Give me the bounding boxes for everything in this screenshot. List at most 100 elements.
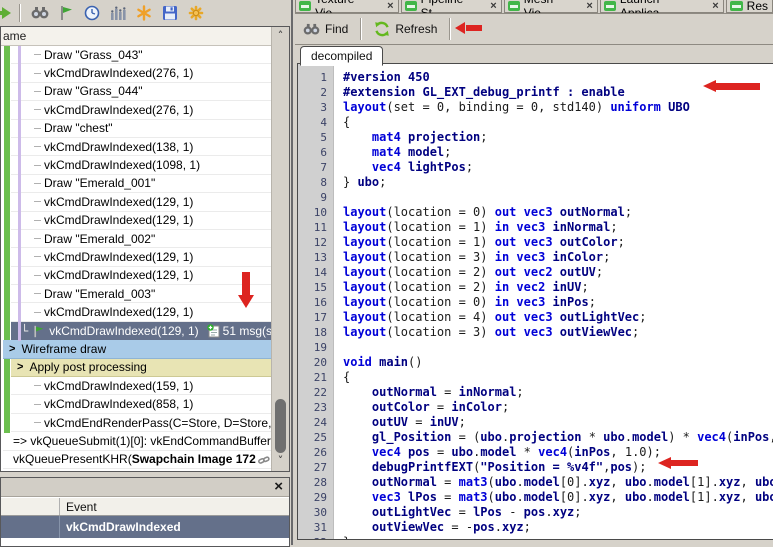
goto-arrow-icon[interactable] bbox=[0, 3, 13, 23]
timer-clock-icon[interactable] bbox=[81, 3, 103, 23]
line-number[interactable]: 12 bbox=[298, 235, 333, 250]
line-number[interactable]: 10 bbox=[298, 205, 333, 220]
line-number[interactable]: 6 bbox=[298, 145, 333, 160]
event-row[interactable]: vkCmdDrawIndexed(129, 1) bbox=[11, 212, 271, 230]
event-detail-panel: × Event vkCmdDrawIndexed bbox=[0, 477, 290, 547]
event-row[interactable]: Draw "Emerald_001" bbox=[11, 175, 271, 193]
panel-titlebar[interactable]: × bbox=[1, 478, 289, 497]
close-icon[interactable]: × bbox=[387, 0, 393, 12]
shader-code[interactable]: #version 450#extension GL_EXT_debug_prin… bbox=[334, 64, 773, 539]
line-number[interactable]: 28 bbox=[298, 475, 333, 490]
line-number[interactable]: 5 bbox=[298, 130, 333, 145]
line-number[interactable]: 9 bbox=[298, 190, 333, 205]
line-number[interactable]: 18 bbox=[298, 325, 333, 340]
line-number[interactable]: 17 bbox=[298, 310, 333, 325]
link-icon[interactable] bbox=[258, 455, 270, 466]
line-number[interactable]: 19 bbox=[298, 340, 333, 355]
line-number[interactable]: 27 bbox=[298, 460, 333, 475]
event-row[interactable]: vkCmdDrawIndexed(159, 1) bbox=[11, 377, 271, 395]
line-number[interactable]: 14 bbox=[298, 265, 333, 280]
code-line-7: vec4 lightPos; bbox=[343, 160, 773, 175]
expand-chevron-icon[interactable]: > bbox=[9, 343, 15, 355]
close-icon[interactable]: × bbox=[586, 0, 592, 12]
line-number[interactable]: 4 bbox=[298, 115, 333, 130]
window-tab-3[interactable]: Mesh Vie... × bbox=[504, 0, 598, 13]
window-tab-2[interactable]: Pipeline St...× bbox=[401, 0, 502, 13]
event-row[interactable]: Draw "chest" bbox=[11, 120, 271, 138]
arrow-at-debugprintf-line bbox=[658, 457, 698, 469]
event-row[interactable]: vkCmdDrawIndexed(858, 1) bbox=[11, 395, 271, 413]
table-row[interactable]: vkCmdDrawIndexed bbox=[1, 516, 289, 538]
event-row[interactable]: vkCmdDrawIndexed(129, 1) bbox=[11, 267, 271, 285]
close-icon[interactable]: × bbox=[274, 478, 283, 496]
window-tab-1[interactable]: Texture Vie...× bbox=[295, 0, 399, 13]
settings-star-icon[interactable] bbox=[185, 3, 207, 23]
line-number[interactable]: 11 bbox=[298, 220, 333, 235]
line-number[interactable]: 25 bbox=[298, 430, 333, 445]
bookmark-flag-icon[interactable] bbox=[55, 3, 77, 23]
event-row[interactable]: vkCmdEndRenderPass(C=Store, D=Store, S=.… bbox=[11, 414, 271, 432]
event-row[interactable]: Draw "Emerald_002" bbox=[11, 230, 271, 248]
line-number[interactable]: 13 bbox=[298, 250, 333, 265]
find-button[interactable]: Find bbox=[295, 17, 356, 41]
line-number[interactable]: 32 bbox=[298, 535, 333, 540]
event-row[interactable]: vkCmdDrawIndexed(129, 1) bbox=[11, 248, 271, 266]
line-number[interactable]: 3 bbox=[298, 100, 333, 115]
name-column-header[interactable]: ame bbox=[1, 27, 271, 46]
line-number[interactable]: 26 bbox=[298, 445, 333, 460]
line-number[interactable]: 8 bbox=[298, 175, 333, 190]
scrollbar-thumb[interactable] bbox=[275, 399, 286, 453]
event-row[interactable]: vkCmdDrawIndexed(1098, 1) bbox=[11, 156, 271, 174]
tab-label: Mesh Vie... bbox=[524, 0, 580, 13]
event-tree-scrollbar[interactable]: ˄ ˅ bbox=[271, 27, 289, 471]
texture-icon bbox=[508, 1, 520, 11]
window-tab-5[interactable]: Res bbox=[726, 0, 773, 13]
line-number[interactable]: 7 bbox=[298, 160, 333, 175]
line-number[interactable]: 24 bbox=[298, 415, 333, 430]
line-number[interactable]: 16 bbox=[298, 295, 333, 310]
line-number[interactable]: 29 bbox=[298, 490, 333, 505]
expand-chevron-icon[interactable]: > bbox=[17, 361, 23, 373]
event-cell: vkCmdDrawIndexed bbox=[60, 520, 289, 534]
scroll-up-icon[interactable]: ˄ bbox=[272, 29, 289, 42]
event-row[interactable]: >Apply post processing bbox=[11, 359, 271, 377]
line-number[interactable]: 1 bbox=[298, 70, 333, 85]
event-row[interactable]: vkCmdDrawIndexed(138, 1) bbox=[11, 138, 271, 156]
event-row[interactable]: Draw "Emerald_003" bbox=[11, 285, 271, 303]
event-row[interactable]: Draw "Grass_043" bbox=[11, 46, 271, 64]
window-tab-4[interactable]: Launch Applica... × bbox=[600, 0, 724, 13]
refresh-button[interactable]: Refresh bbox=[366, 17, 445, 41]
line-number[interactable]: 2 bbox=[298, 85, 333, 100]
shader-source-view[interactable]: 1234567891011121314151617181920212223242… bbox=[297, 63, 773, 540]
event-row[interactable]: vkCmdDrawIndexed(276, 1) bbox=[11, 101, 271, 119]
tab-label: Launch Applica... bbox=[620, 0, 705, 13]
line-number[interactable]: 22 bbox=[298, 385, 333, 400]
statistics-icon[interactable] bbox=[107, 3, 129, 23]
tab-decompiled[interactable]: decompiled bbox=[300, 46, 383, 66]
line-number[interactable]: 15 bbox=[298, 280, 333, 295]
event-row[interactable]: vkQueuePresentKHR(Swapchain Image 172) bbox=[3, 451, 271, 469]
event-row[interactable]: vkCmdDrawIndexed(129, 1) bbox=[11, 193, 271, 211]
event-label: vkCmdDrawIndexed(129, 1) bbox=[44, 305, 193, 319]
close-icon[interactable]: × bbox=[490, 0, 496, 12]
line-number[interactable]: 30 bbox=[298, 505, 333, 520]
event-row[interactable]: Draw "Grass_044" bbox=[11, 83, 271, 101]
line-number[interactable]: 20 bbox=[298, 355, 333, 370]
event-row[interactable]: >Wireframe draw bbox=[3, 340, 271, 358]
line-number[interactable]: 23 bbox=[298, 400, 333, 415]
close-icon[interactable]: × bbox=[712, 0, 718, 12]
line-number[interactable]: 31 bbox=[298, 520, 333, 535]
debug-messages-badge[interactable]: 51 msg(s) bbox=[207, 324, 271, 338]
event-row-selected[interactable]: └vkCmdDrawIndexed(129, 1)51 msg(s) bbox=[11, 322, 271, 340]
save-disk-icon[interactable] bbox=[159, 3, 181, 23]
event-label: vkCmdDrawIndexed(858, 1) bbox=[44, 397, 193, 411]
scroll-down-icon[interactable]: ˅ bbox=[272, 454, 289, 467]
event-row[interactable]: => vkQueueSubmit(1)[0]: vkEndCommandBuff… bbox=[3, 432, 271, 450]
event-row[interactable]: vkCmdDrawIndexed(129, 1) bbox=[11, 303, 271, 321]
event-column-header[interactable]: Event bbox=[60, 500, 289, 514]
line-number[interactable]: 21 bbox=[298, 370, 333, 385]
event-row[interactable]: vkCmdDrawIndexed(276, 1) bbox=[11, 64, 271, 82]
find-binoculars-icon[interactable] bbox=[29, 3, 51, 23]
asterisk-icon[interactable] bbox=[133, 3, 155, 23]
code-line-17: layout(location = 4) out vec3 outLightVe… bbox=[343, 310, 773, 325]
